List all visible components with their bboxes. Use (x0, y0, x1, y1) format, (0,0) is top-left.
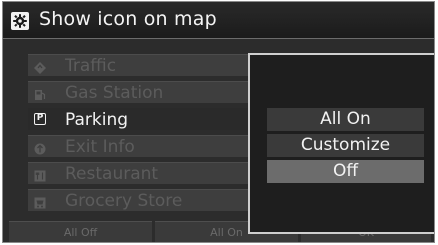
all-off-button[interactable]: All Off (9, 221, 152, 242)
list-item-label: Traffic (65, 56, 117, 76)
option-customize[interactable]: Customize (267, 134, 424, 157)
list-item-label: Grocery Store (65, 191, 183, 211)
option-all-on[interactable]: All On (267, 108, 424, 131)
gear-icon (11, 12, 29, 30)
parking-icon: P (34, 113, 46, 125)
list-item-label: Gas Station (65, 83, 164, 103)
list-item-traffic[interactable]: Traffic (28, 54, 264, 76)
traffic-icon (34, 59, 46, 74)
page-title: Show icon on map (39, 8, 217, 30)
list-item-restaurant[interactable]: Restaurant (28, 162, 264, 184)
list-item-parking[interactable]: P Parking (28, 108, 264, 130)
title-bar: Show icon on map (3, 2, 434, 39)
navigation-screen: Show icon on map Traffic Gas Station P P… (2, 1, 435, 243)
option-off[interactable]: Off (267, 160, 424, 183)
list-item-grocery-store[interactable]: Grocery Store (28, 189, 264, 211)
display-option-popup: All On Customize Off (248, 53, 434, 234)
gas-station-icon (34, 86, 46, 100)
restaurant-icon (34, 167, 46, 182)
list-item-label: Restaurant (65, 164, 159, 184)
category-list: Traffic Gas Station P Parking Exit Info … (28, 54, 264, 216)
exit-info-icon (34, 140, 46, 155)
list-item-exit-info[interactable]: Exit Info (28, 135, 264, 157)
list-item-gas-station[interactable]: Gas Station (28, 81, 264, 103)
list-item-label: Exit Info (65, 137, 135, 157)
grocery-store-icon (34, 194, 46, 209)
list-item-label: Parking (65, 110, 129, 130)
